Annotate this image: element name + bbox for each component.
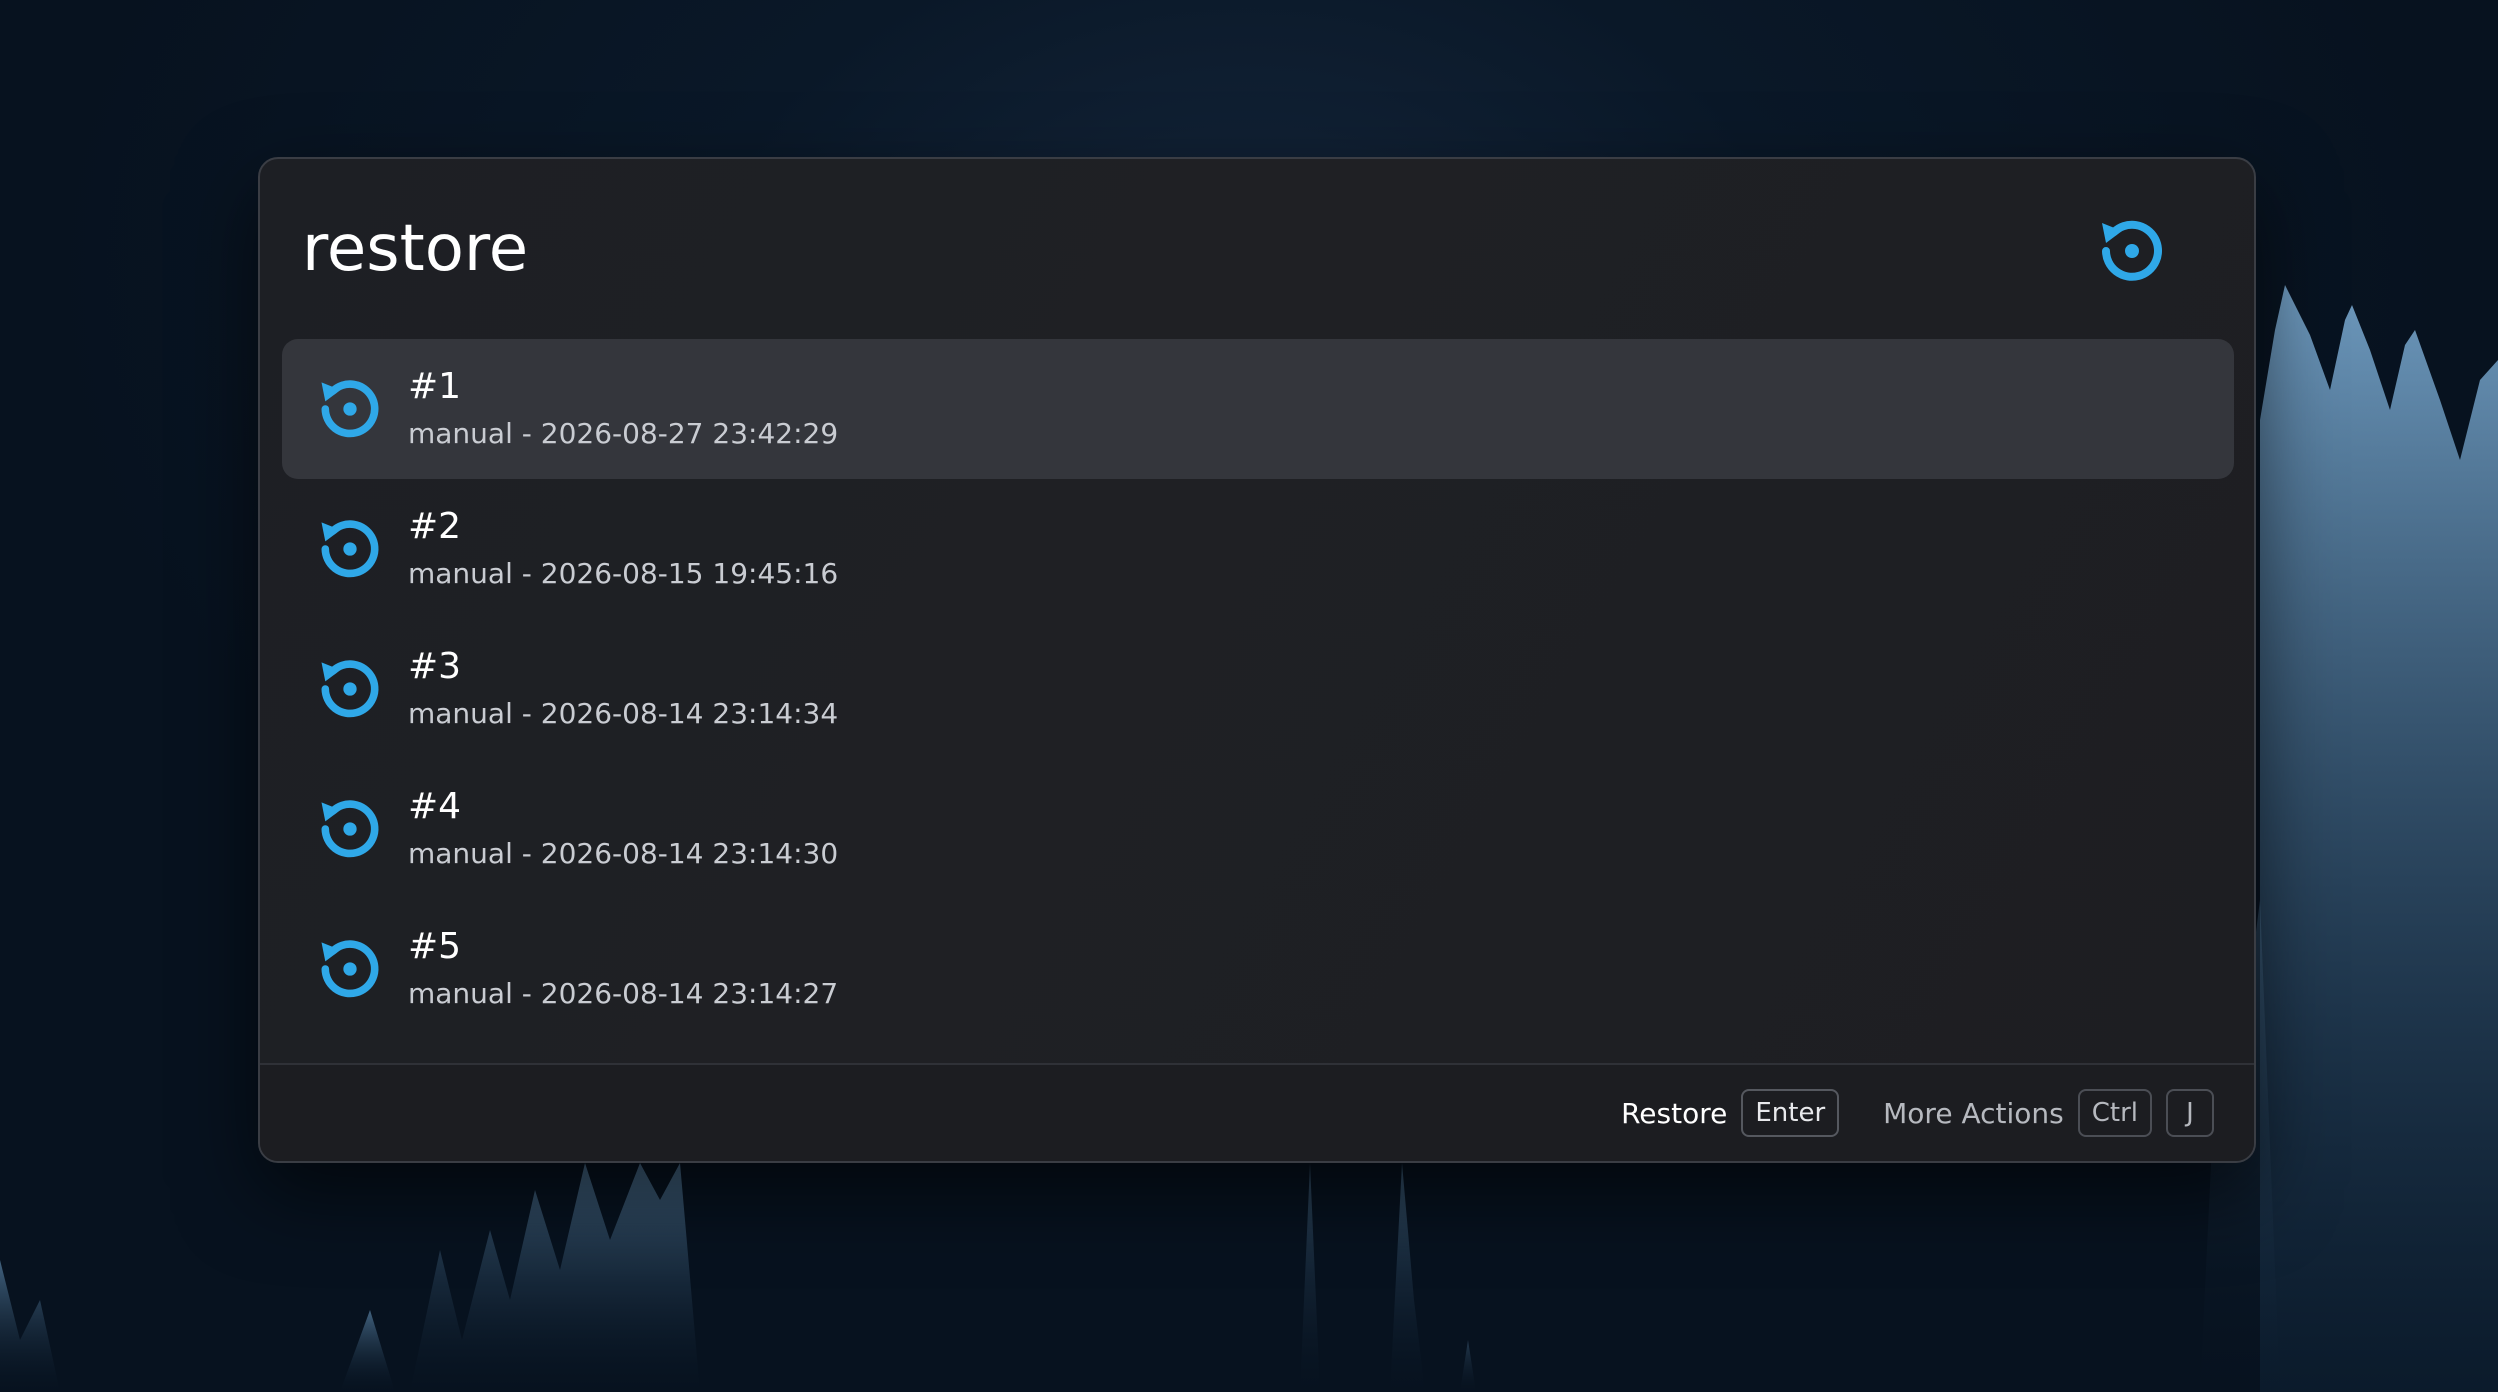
result-title: #1 bbox=[408, 366, 462, 407]
restore-icon bbox=[321, 940, 379, 998]
search-input[interactable] bbox=[302, 199, 1902, 299]
result-subtitle: manual - 2026-08-14 23:14:27 bbox=[408, 977, 839, 1010]
search-row bbox=[260, 159, 2254, 339]
results-list: #1 manual - 2026-08-27 23:42:29 #2 manua… bbox=[282, 339, 2234, 1039]
result-item-4[interactable]: #4 manual - 2026-08-14 23:14:30 bbox=[282, 759, 2234, 899]
restore-action-button[interactable]: Restore bbox=[1621, 1097, 1727, 1130]
result-title: #3 bbox=[408, 646, 462, 687]
result-title: #2 bbox=[408, 506, 462, 547]
more-actions-button[interactable]: More Actions bbox=[1883, 1097, 2064, 1130]
result-title: #4 bbox=[408, 786, 462, 827]
result-item-3[interactable]: #3 manual - 2026-08-14 23:14:34 bbox=[282, 619, 2234, 759]
result-subtitle: manual - 2026-08-15 19:45:16 bbox=[408, 557, 839, 590]
j-key-hint: J bbox=[2166, 1089, 2214, 1137]
action-bar: Restore Enter More Actions Ctrl J bbox=[260, 1063, 2254, 1161]
ctrl-key-hint: Ctrl bbox=[2077, 1089, 2152, 1137]
launcher-window: #1 manual - 2026-08-27 23:42:29 #2 manua… bbox=[258, 157, 2256, 1163]
restore-icon bbox=[321, 380, 379, 438]
result-subtitle: manual - 2026-08-27 23:42:29 bbox=[408, 417, 839, 450]
restore-icon bbox=[321, 800, 379, 858]
result-item-1[interactable]: #1 manual - 2026-08-27 23:42:29 bbox=[282, 339, 2234, 479]
restore-icon bbox=[2102, 220, 2162, 281]
restore-icon bbox=[321, 520, 379, 578]
enter-key-hint: Enter bbox=[1741, 1089, 1840, 1137]
result-subtitle: manual - 2026-08-14 23:14:34 bbox=[408, 697, 839, 730]
result-subtitle: manual - 2026-08-14 23:14:30 bbox=[408, 837, 839, 870]
restore-icon bbox=[321, 660, 379, 718]
action-bar-actions: Restore Enter More Actions Ctrl J bbox=[1621, 1065, 2214, 1161]
result-item-2[interactable]: #2 manual - 2026-08-15 19:45:16 bbox=[282, 479, 2234, 619]
result-title: #5 bbox=[408, 926, 462, 967]
result-item-5[interactable]: #5 manual - 2026-08-14 23:14:27 bbox=[282, 899, 2234, 1039]
